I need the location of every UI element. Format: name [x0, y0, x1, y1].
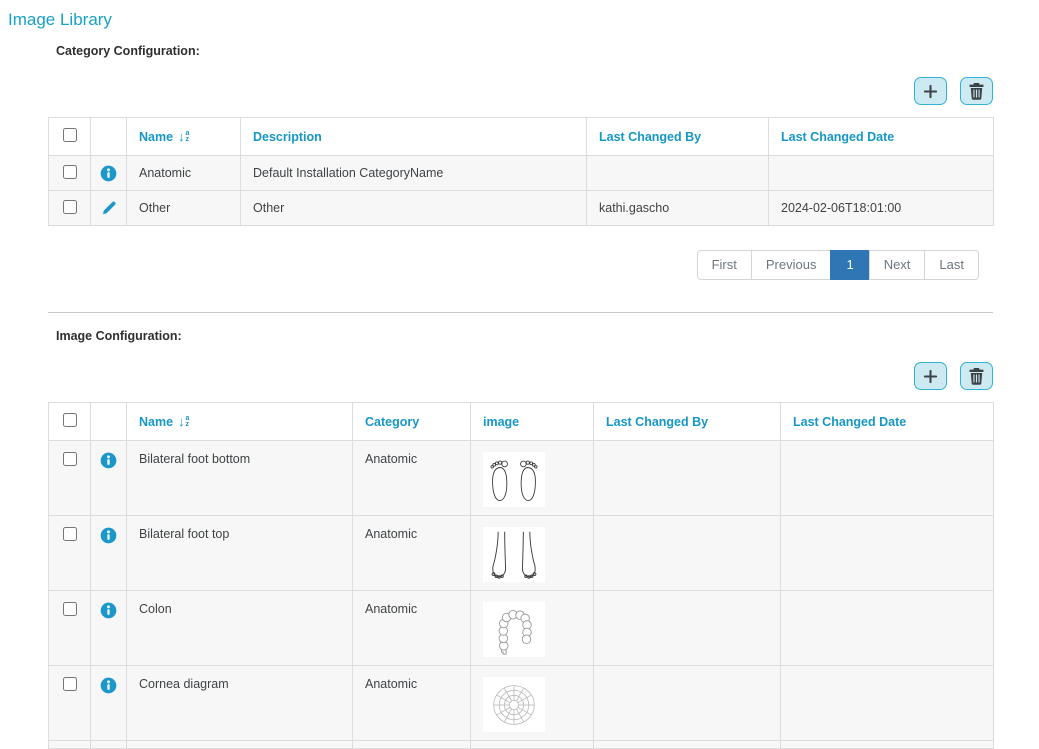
image-last-changed-by-cell: [594, 441, 781, 516]
image-table-header-row: Name ↓ a z Category image Last Changed B…: [49, 403, 994, 441]
cornea-diagram-image: [483, 677, 545, 732]
category-name-cell: Anatomic: [127, 156, 241, 191]
pagination-next-button[interactable]: Next: [869, 250, 926, 280]
category-last-changed-date-cell: [769, 156, 994, 191]
row-checkbox[interactable]: [63, 200, 77, 214]
category-table-header-row: Name ↓ a z Description Last Changed By L…: [49, 118, 994, 156]
image-name-cell: Colon: [127, 591, 353, 666]
category-toolbar: [48, 77, 993, 105]
image-last-changed-by-cell: [594, 591, 781, 666]
category-last-changed-date-column-header: Last Changed Date: [769, 118, 994, 156]
sort-alpha-descending-icon[interactable]: ↓ a z: [178, 131, 189, 143]
trash-icon: [969, 83, 984, 100]
category-description-cell: Other: [241, 191, 587, 226]
category-configuration-section: Name ↓ a z Description Last Changed By L…: [48, 77, 993, 280]
section-divider: [48, 312, 993, 313]
image-last-changed-date-cell: [781, 516, 994, 591]
image-last-changed-date-cell: [781, 666, 994, 741]
category-last-changed-by-cell: kathi.gascho: [587, 191, 769, 226]
image-name-cell: Bilateral foot top: [127, 516, 353, 591]
row-checkbox[interactable]: [63, 165, 77, 179]
image-add-button[interactable]: [914, 362, 947, 390]
category-icon-column-header: [91, 118, 127, 156]
colon-image: [483, 602, 545, 657]
table-row: Anatomic Default Installation CategoryNa…: [49, 156, 994, 191]
image-select-all-checkbox[interactable]: [63, 413, 77, 427]
image-category-cell: Anatomic: [353, 441, 471, 516]
image-category-column-header: Category: [353, 403, 471, 441]
table-row: Cornea diagram Anatomic: [49, 666, 994, 741]
plus-icon: [923, 369, 938, 384]
category-name-column-header: Name: [139, 130, 173, 144]
pagination-previous-button[interactable]: Previous: [751, 250, 832, 280]
pagination-page-1-button[interactable]: 1: [830, 250, 869, 280]
image-configuration-heading: Image Configuration:: [56, 329, 1039, 343]
image-name-cell: Bilateral foot bottom: [127, 441, 353, 516]
image-last-changed-by-column-header: Last Changed By: [594, 403, 781, 441]
category-name-cell: Other: [127, 191, 241, 226]
info-circle-icon[interactable]: [95, 602, 122, 619]
pagination: First Previous 1 Next Last: [48, 250, 979, 280]
image-category-cell: Anatomic: [353, 591, 471, 666]
category-description-column-header: Description: [241, 118, 587, 156]
page-title: Image Library: [8, 10, 1039, 30]
image-category-cell: Anatomic: [353, 516, 471, 591]
image-last-changed-by-cell: [594, 666, 781, 741]
row-checkbox[interactable]: [63, 452, 77, 466]
category-table: Name ↓ a z Description Last Changed By L…: [48, 117, 994, 226]
image-category-cell: Anatomic: [353, 666, 471, 741]
table-row: Other Other kathi.gascho 2024-02-06T18:0…: [49, 191, 994, 226]
image-name-cell: Cornea diagram: [127, 666, 353, 741]
category-last-changed-by-column-header: Last Changed By: [587, 118, 769, 156]
pagination-first-button[interactable]: First: [697, 250, 752, 280]
image-last-changed-date-cell: [781, 441, 994, 516]
image-name-column-header: Name: [139, 415, 173, 429]
info-circle-icon[interactable]: [95, 527, 122, 544]
sort-alpha-descending-icon[interactable]: ↓ a z: [178, 416, 189, 428]
image-last-changed-date-column-header: Last Changed Date: [781, 403, 994, 441]
category-configuration-heading: Category Configuration:: [56, 44, 1039, 58]
bilateral-foot-bottom-image: [483, 452, 545, 507]
table-row: [49, 741, 994, 749]
image-last-changed-by-cell: [594, 516, 781, 591]
pencil-icon[interactable]: [95, 200, 122, 216]
trash-icon: [969, 368, 984, 385]
image-table: Name ↓ a z Category image Last Changed B…: [48, 402, 994, 749]
category-last-changed-by-cell: [587, 156, 769, 191]
image-toolbar: [48, 362, 993, 390]
bilateral-foot-top-image: [483, 527, 545, 582]
category-last-changed-date-cell: 2024-02-06T18:01:00: [769, 191, 994, 226]
category-add-button[interactable]: [914, 77, 947, 105]
image-last-changed-date-cell: [781, 591, 994, 666]
table-row: Colon Anatomic: [49, 591, 994, 666]
row-checkbox[interactable]: [63, 527, 77, 541]
image-delete-button[interactable]: [960, 362, 993, 390]
pagination-last-button[interactable]: Last: [924, 250, 979, 280]
category-delete-button[interactable]: [960, 77, 993, 105]
image-image-column-header: image: [471, 403, 594, 441]
info-circle-icon[interactable]: [95, 677, 122, 694]
table-row: Bilateral foot bottom Anatomic: [49, 441, 994, 516]
plus-icon: [923, 84, 938, 99]
row-checkbox[interactable]: [63, 677, 77, 691]
category-description-cell: Default Installation CategoryName: [241, 156, 587, 191]
table-row: Bilateral foot top Anatomic: [49, 516, 994, 591]
row-checkbox[interactable]: [63, 602, 77, 616]
image-icon-column-header: [91, 403, 127, 441]
image-configuration-section: Name ↓ a z Category image Last Changed B…: [48, 362, 993, 749]
category-select-all-checkbox[interactable]: [63, 128, 77, 142]
info-circle-icon[interactable]: [95, 165, 122, 182]
info-circle-icon[interactable]: [95, 452, 122, 469]
